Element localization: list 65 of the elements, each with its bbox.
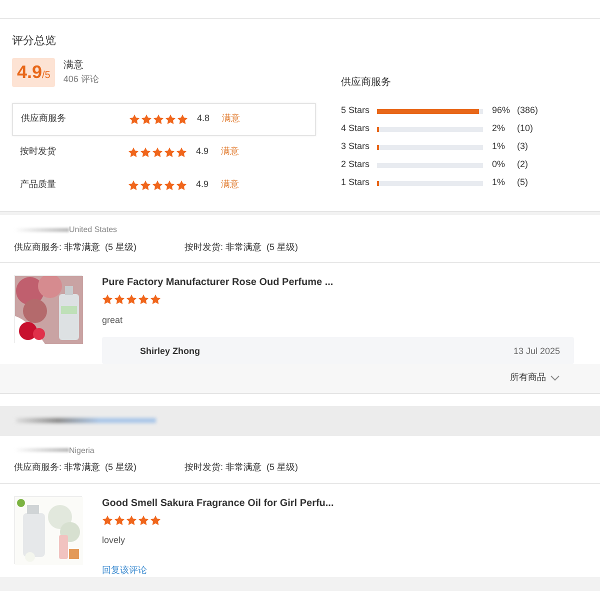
star-icon: [150, 514, 161, 526]
count-label: (3): [517, 140, 528, 154]
percent-label: 0%: [492, 158, 506, 172]
star-icon: [126, 514, 137, 526]
star-icon: [102, 294, 113, 305]
reply-date: 13 Jul 2025: [513, 345, 560, 358]
star-label: 1 Stars: [341, 176, 371, 190]
star-icon: [140, 146, 151, 158]
star-icon: [140, 180, 151, 190]
product-title[interactable]: Pure Factory Manufacturer Rose Oud Perfume ...: [102, 275, 574, 290]
star-icon: [176, 180, 187, 190]
star-label: 2 Stars: [341, 158, 371, 172]
caret-icon: [550, 375, 560, 381]
verdict-label: 满意: [63, 58, 84, 73]
star-icon: [165, 114, 176, 124]
rating-summary: 供应商服务: 非常满意 (5 星级): [14, 461, 137, 474]
rating-row[interactable]: 按时发货 4.9 满意: [12, 136, 316, 168]
star-icon: [102, 514, 113, 526]
star-label: 4 Stars: [341, 122, 371, 136]
star-icon: [128, 146, 139, 158]
distribution-title: 供应商服务: [341, 76, 392, 90]
score-badge: 4.9/5: [12, 58, 56, 86]
percent-label: 1%: [492, 140, 506, 154]
star-icon: [114, 514, 125, 526]
percent-label: 96%: [492, 104, 512, 118]
section-title: 评分总览: [12, 34, 57, 49]
star-icon: [126, 294, 137, 305]
rating-summary: 按时发货: 非常满意 (5 星级): [184, 240, 298, 254]
star-icon: [129, 114, 140, 124]
review-count: 406 评论: [63, 72, 99, 86]
product-title[interactable]: Good Smell Sakura Fragrance Oil for Girl Perfu...: [102, 496, 334, 510]
star-icon: [138, 514, 149, 526]
star-icon: [153, 114, 164, 124]
star-label: 5 Stars: [341, 104, 371, 118]
star-icon: [152, 180, 163, 190]
star-icon: [138, 294, 149, 305]
reply-link[interactable]: 回复该评论: [102, 564, 147, 577]
count-label: (2): [517, 158, 528, 172]
count-label: (5): [517, 176, 528, 190]
blurred-name: [14, 448, 69, 452]
star-icon: [152, 146, 163, 158]
star-icon: [164, 180, 175, 190]
country-label: Nigeria: [69, 446, 94, 454]
review-comment: great: [102, 314, 124, 327]
percent-label: 2%: [492, 122, 506, 136]
star-icon: [150, 294, 161, 305]
star-icon: [177, 114, 188, 124]
count-label: (10): [517, 122, 534, 136]
count-label: (386): [517, 104, 538, 118]
star-icon: [141, 114, 152, 124]
star-icon: [128, 180, 139, 190]
percent-label: 1%: [492, 176, 506, 190]
review-comment: lovely: [102, 534, 126, 547]
filter-dropdown[interactable]: 所有商品: [510, 371, 560, 385]
country-label: United States: [69, 225, 118, 234]
rating-row[interactable]: 供应商服务 4.8 满意: [12, 102, 316, 136]
rating-summary: 按时发货: 非常满意 (5 星级): [184, 461, 298, 474]
star-icon: [176, 146, 187, 158]
rating-summary: 供应商服务: 非常满意 (5 星级): [14, 240, 137, 254]
star-icon: [114, 294, 125, 305]
rating-row[interactable]: 产品质量 4.9 满意: [12, 168, 316, 202]
star-label: 3 Stars: [341, 140, 371, 154]
blurred-name: [14, 228, 69, 232]
reply-author: Shirley Zhong: [140, 345, 200, 358]
star-icon: [164, 146, 175, 158]
